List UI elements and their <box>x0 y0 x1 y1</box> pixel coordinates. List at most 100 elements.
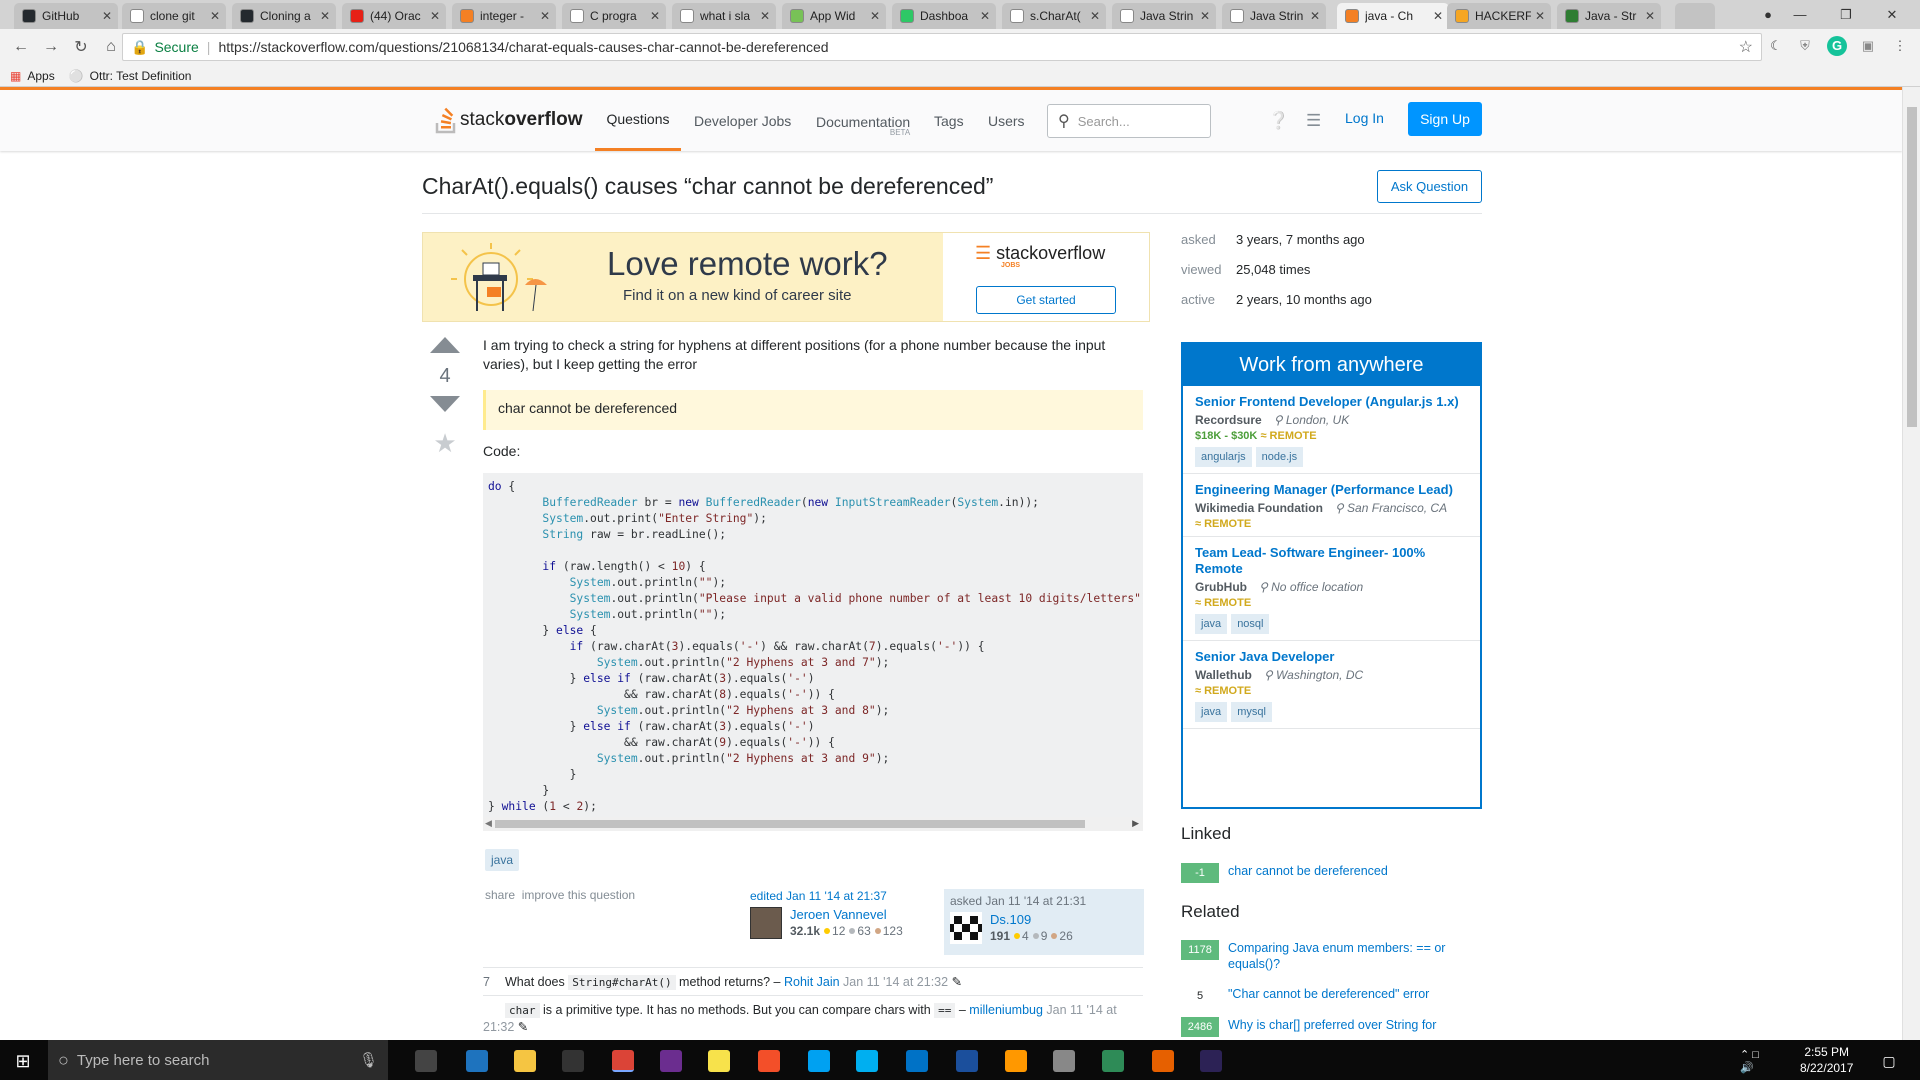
sublime-icon[interactable] <box>1005 1050 1027 1072</box>
extension-moon-icon[interactable]: ☾ <box>1766 36 1786 56</box>
bookmark-star-icon[interactable]: ☆ <box>1739 37 1753 57</box>
nav-tags[interactable]: Tags <box>934 90 964 151</box>
nav-developer-jobs[interactable]: Developer Jobs <box>694 90 791 151</box>
tab-close-icon[interactable]: ✕ <box>870 9 880 23</box>
back-icon[interactable]: ← <box>6 38 36 56</box>
tab-close-icon[interactable]: ✕ <box>650 9 660 23</box>
firefox-icon[interactable] <box>1152 1050 1174 1072</box>
avatar[interactable] <box>750 907 782 939</box>
job-tag[interactable]: angularjs <box>1195 447 1252 467</box>
browser-tab[interactable]: HACKERF ✕ <box>1447 3 1551 29</box>
browser-tab[interactable]: what i sla ✕ <box>672 3 776 29</box>
jobs-ad-banner[interactable]: Love remote work? Find it on a new kind … <box>422 232 1150 322</box>
get-started-button[interactable]: Get started <box>976 286 1116 314</box>
windows-start-icon[interactable]: ⊞ <box>12 1050 34 1072</box>
skype-business-icon[interactable] <box>808 1050 830 1072</box>
tab-close-icon[interactable]: ✕ <box>1310 9 1320 23</box>
git-icon[interactable] <box>758 1050 780 1072</box>
microphone-icon[interactable]: 🎙 <box>359 1051 378 1069</box>
browser-tab[interactable]: Dashboa ✕ <box>892 3 996 29</box>
minimize-icon[interactable]: — <box>1777 0 1823 29</box>
app-purple-icon[interactable] <box>660 1050 682 1072</box>
new-tab-button[interactable] <box>1675 3 1715 29</box>
maximize-icon[interactable]: ❐ <box>1823 0 1869 29</box>
browser-tab[interactable]: Cloning a ✕ <box>232 3 336 29</box>
meta-value[interactable]: 3 years, 7 months ago <box>1236 232 1365 247</box>
linked-item[interactable]: -1 char cannot be dereferenced <box>1181 863 1458 883</box>
scroll-right-arrow-icon[interactable]: ▶ <box>1132 818 1139 829</box>
tab-close-icon[interactable]: ✕ <box>102 9 112 23</box>
question-title[interactable]: CharAt().equals() causes “char cannot be… <box>422 173 993 200</box>
eclipse-icon[interactable] <box>1200 1050 1222 1072</box>
linked-question-link[interactable]: char cannot be dereferenced <box>1228 863 1458 879</box>
skype-icon[interactable] <box>856 1050 878 1072</box>
job-title-link[interactable]: Team Lead- Software Engineer- 100% Remot… <box>1195 545 1468 577</box>
browser-tab[interactable]: C progra ✕ <box>562 3 666 29</box>
login-link[interactable]: Log In <box>1345 110 1384 126</box>
taskbar-clock[interactable]: 2:55 PM 8/22/2017 <box>1800 1044 1853 1076</box>
job-listing[interactable]: Senior Frontend Developer (Angular.js 1.… <box>1183 386 1480 474</box>
app-blue-icon[interactable] <box>956 1050 978 1072</box>
site-switcher-icon[interactable]: ☰ <box>1306 111 1321 131</box>
improve-link[interactable]: improve this question <box>522 888 635 902</box>
tab-close-icon[interactable]: ✕ <box>980 9 990 23</box>
tab-close-icon[interactable]: ✕ <box>430 9 440 23</box>
bookmark-apps[interactable]: ▦ Apps <box>10 69 55 83</box>
related-question-link[interactable]: Comparing Java enum members: == or equal… <box>1228 940 1458 972</box>
share-link[interactable]: share <box>485 888 515 902</box>
job-tag[interactable]: java <box>1195 614 1228 634</box>
job-title-link[interactable]: Senior Java Developer <box>1195 649 1468 665</box>
tab-close-icon[interactable]: ✕ <box>1645 9 1655 23</box>
job-title-link[interactable]: Senior Frontend Developer (Angular.js 1.… <box>1195 394 1468 410</box>
scroll-left-arrow-icon[interactable]: ◀ <box>485 818 492 829</box>
signup-button[interactable]: Sign Up <box>1408 102 1482 136</box>
browser-tab[interactable]: (44) Orac ✕ <box>342 3 446 29</box>
browser-tab[interactable]: integer - ✕ <box>452 3 556 29</box>
page-scrollbar[interactable] <box>1902 87 1920 1040</box>
job-listing[interactable]: Senior Java Developer Wallethub ⚲ Washingt… <box>1183 641 1480 729</box>
address-bar[interactable]: 🔒 Secure | https://stackoverflow.com/que… <box>122 33 1762 61</box>
page-scrollbar-thumb[interactable] <box>1907 107 1917 427</box>
code-horizontal-scrollbar[interactable]: ◀ ▶ <box>483 817 1143 831</box>
tab-close-icon[interactable]: ✕ <box>1433 9 1443 23</box>
tab-close-icon[interactable]: ✕ <box>1200 9 1210 23</box>
nav-documentation[interactable]: Documentation BETA <box>816 90 910 151</box>
extension-shield-icon[interactable]: ⛨ <box>1795 36 1815 56</box>
outlook-icon[interactable] <box>906 1050 928 1072</box>
help-icon[interactable]: ❔ <box>1268 111 1289 131</box>
reload-icon[interactable]: ↻ <box>66 37 96 57</box>
forward-icon[interactable]: → <box>36 38 66 56</box>
browser-tab[interactable]: App Wid ✕ <box>782 3 886 29</box>
related-question-link[interactable]: "Char cannot be dereferenced" error <box>1228 986 1458 1002</box>
comment-author-link[interactable]: Rohit Jain <box>784 975 840 989</box>
favorite-star-icon[interactable]: ★ <box>422 428 468 459</box>
avatar[interactable] <box>950 912 982 944</box>
tray-icons[interactable]: ⌃ □ 🔊 <box>1740 1049 1762 1074</box>
tab-close-icon[interactable]: ✕ <box>210 9 220 23</box>
store-icon[interactable] <box>562 1050 584 1072</box>
related-item[interactable]: 5 "Char cannot be dereferenced" error <box>1181 986 1458 1006</box>
job-listing[interactable]: Team Lead- Software Engineer- 100% Remot… <box>1183 537 1480 641</box>
browser-tab[interactable]: s.CharAt(✕ <box>1002 3 1106 29</box>
taskbar-search-input[interactable]: ○ Type here to search 🎙 <box>48 1040 388 1080</box>
chrome-icon[interactable] <box>612 1050 634 1072</box>
nav-users[interactable]: Users <box>988 90 1025 151</box>
close-window-icon[interactable]: ✕ <box>1869 0 1915 29</box>
job-tag[interactable]: java <box>1195 702 1228 722</box>
job-tag[interactable]: node.js <box>1255 447 1304 467</box>
extension-grammarly-icon[interactable]: G <box>1827 36 1847 56</box>
comment-author-link[interactable]: milleniumbug <box>969 1003 1043 1017</box>
sticky-notes-icon[interactable] <box>708 1050 730 1072</box>
browser-tab[interactable]: clone git ✕ <box>122 3 226 29</box>
bookmark-ottr[interactable]: ⚪ Ottr: Test Definition <box>69 69 192 83</box>
chrome-menu-icon[interactable]: ⋮ <box>1890 36 1910 56</box>
downvote-arrow-icon[interactable] <box>430 396 460 412</box>
comment-date[interactable]: Jan 11 '14 at 21:32 <box>840 975 948 989</box>
search-input[interactable]: ⚲ Search... <box>1047 104 1211 138</box>
job-title-link[interactable]: Engineering Manager (Performance Lead) <box>1195 482 1468 498</box>
browser-tab[interactable]: Java Strin ✕ <box>1112 3 1216 29</box>
file-explorer-icon[interactable] <box>514 1050 536 1072</box>
nav-questions[interactable]: Questions <box>595 90 681 151</box>
tab-close-icon[interactable]: ✕ <box>760 9 770 23</box>
extension-screenshot-icon[interactable]: ▣ <box>1858 36 1878 56</box>
